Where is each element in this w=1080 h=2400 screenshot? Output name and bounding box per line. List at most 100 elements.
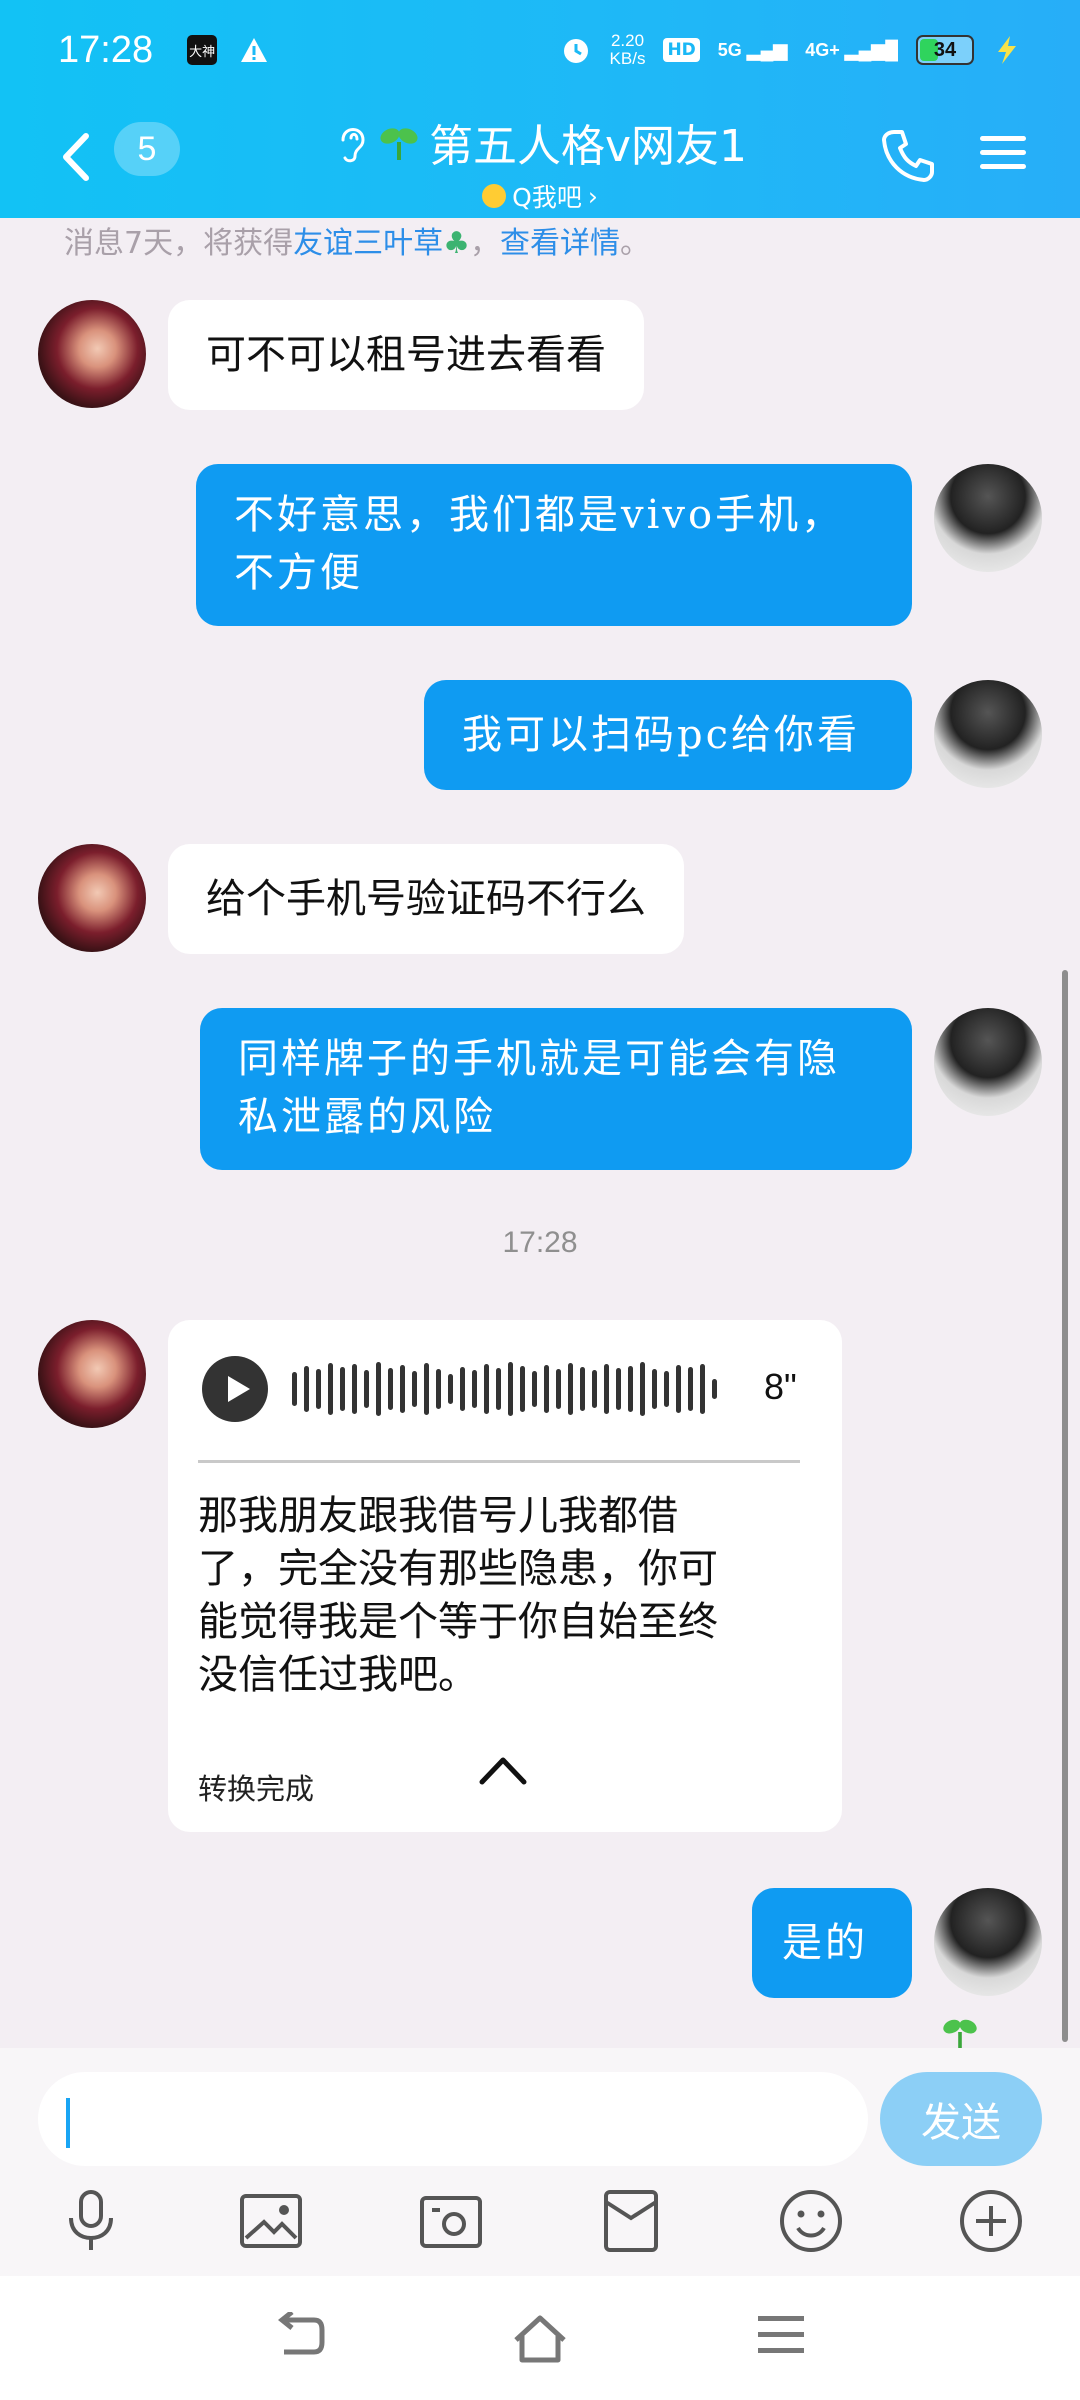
chevron-right-icon: › [587, 181, 598, 211]
system-navigation-bar [0, 2276, 1080, 2400]
waveform-bar [400, 1365, 405, 1413]
waveform-bar [496, 1368, 501, 1410]
status-bar: 17:28 大神 2.20 KB/s HD 5G ▂▄▆ 4G+ ▂▄▆█ 34 [0, 0, 1080, 100]
system-tip: 消息7天，将获得友谊三叶草♣，查看详情。 [64, 226, 650, 261]
transcription-status: 转换完成 [198, 1772, 315, 1806]
charging-icon [998, 36, 1016, 64]
outgoing-message[interactable]: 同样牌子的手机就是可能会有隐 私泄露的风险 [200, 1008, 912, 1170]
waveform-bar [580, 1367, 585, 1411]
text-cursor [66, 2098, 70, 2148]
waveform-bar [532, 1371, 537, 1407]
warning-icon [241, 38, 268, 62]
incoming-message[interactable]: 可不可以租号进去看看 [168, 300, 644, 410]
waveform-bar [628, 1366, 633, 1412]
sprout-icon [943, 2019, 977, 2049]
phone-call-icon[interactable] [880, 126, 938, 184]
my-avatar[interactable] [934, 1888, 1042, 1996]
sim1-signal-icon: 5G ▂▄▆ [717, 39, 788, 60]
back-nav-icon[interactable] [274, 2312, 328, 2362]
divider [198, 1460, 800, 1463]
waveform-bar [316, 1369, 321, 1409]
plus-icon[interactable] [956, 2186, 1026, 2256]
waveform-bar [436, 1369, 441, 1409]
voice-transcript: 那我朋友跟我借号儿我都借 了，完全没有那些隐患，你可 能觉得我是个等于你自始至终… [198, 1493, 718, 1698]
chat-nav-row: 5 第五人格v网友1 Q我吧 › [0, 100, 1080, 218]
emoji-icon[interactable] [776, 2186, 846, 2256]
waveform-bar [424, 1363, 429, 1415]
camera-icon[interactable] [416, 2186, 486, 2256]
view-details-link[interactable]: 查看详情 [500, 226, 620, 261]
menu-icon[interactable] [978, 128, 1028, 178]
message-input[interactable] [38, 2072, 868, 2166]
waveform-bar [376, 1362, 381, 1416]
waveform-bar [556, 1369, 561, 1409]
my-avatar[interactable] [934, 464, 1042, 572]
my-avatar[interactable] [934, 680, 1042, 788]
waveform-bar [712, 1379, 717, 1399]
waveform-bar [352, 1364, 357, 1414]
waveform-bar [676, 1365, 681, 1413]
waveform-bar [340, 1367, 345, 1411]
recents-nav-icon[interactable] [756, 2312, 806, 2358]
chat-header: 17:28 大神 2.20 KB/s HD 5G ▂▄▆ 4G+ ▂▄▆█ 34… [0, 0, 1080, 218]
chat-title: 第五人格v网友1 [428, 121, 748, 172]
outgoing-message[interactable]: 是的 [752, 1888, 912, 1998]
waveform-bar [640, 1362, 645, 1416]
ear-icon [341, 128, 365, 163]
input-area: 发送 [0, 2048, 1080, 2276]
waveform-bar [652, 1369, 657, 1409]
waveform-bar [568, 1363, 573, 1415]
my-avatar[interactable] [934, 1008, 1042, 1116]
home-nav-icon[interactable] [510, 2312, 570, 2366]
waveform-bar [292, 1372, 297, 1406]
microphone-icon[interactable] [56, 2186, 126, 2256]
message-timestamp: 17:28 [502, 1226, 578, 1259]
waveform-bar [508, 1362, 513, 1416]
outgoing-message[interactable]: 我可以扫码pc给你看 [424, 680, 912, 790]
waveform-bar [616, 1368, 621, 1410]
chevron-up-icon[interactable] [478, 1752, 528, 1788]
alarm-icon [563, 39, 588, 63]
voice-duration: 8" [764, 1366, 797, 1407]
play-icon[interactable] [202, 1356, 268, 1422]
waveform-bar [520, 1366, 525, 1412]
battery-icon: 34 [916, 35, 974, 65]
status-time: 17:28 [58, 28, 154, 71]
waveform-bar [448, 1374, 453, 1404]
waveform-bar [664, 1371, 669, 1407]
waveform-bar [364, 1370, 369, 1408]
waveform-bar [484, 1364, 489, 1414]
contact-avatar[interactable] [38, 1320, 146, 1428]
send-button[interactable]: 发送 [880, 2072, 1042, 2166]
chat-title-area[interactable]: 第五人格v网友1 Q我吧 › [262, 110, 818, 214]
network-speed: 2.20 KB/s [609, 31, 646, 68]
sprout-icon [380, 128, 418, 160]
waveform-bar [604, 1364, 609, 1414]
waveform-bar [544, 1365, 549, 1413]
waveform-bar [328, 1363, 333, 1415]
waveform-bar [688, 1367, 693, 1411]
chat-scrollbar[interactable] [1062, 970, 1068, 2042]
contact-avatar[interactable] [38, 300, 146, 408]
app-notification-icon: 大神 [187, 35, 218, 65]
clover-icon: ♣ [443, 226, 470, 261]
contact-avatar[interactable] [38, 844, 146, 952]
waveform-bar [304, 1366, 309, 1412]
waveform-bar [472, 1370, 477, 1408]
voice-message-card[interactable]: 8" 那我朋友跟我借号儿我都借 了，完全没有那些隐患，你可 能觉得我是个等于你自… [168, 1320, 842, 1832]
emoji-face-icon [482, 184, 507, 208]
sim2-signal-icon: 4G+ ▂▄▆█ [805, 39, 898, 60]
outgoing-message[interactable]: 不好意思，我们都是vivo手机， 不方便 [196, 464, 912, 626]
incoming-message[interactable]: 给个手机号验证码不行么 [168, 844, 684, 954]
red-packet-icon[interactable] [596, 2186, 666, 2256]
waveform-bar [388, 1368, 393, 1410]
chat-subtitle[interactable]: Q我吧 › [262, 178, 818, 214]
hd-voice-icon: HD [663, 38, 700, 62]
unread-count-badge[interactable]: 5 [114, 122, 180, 176]
image-icon[interactable] [236, 2186, 306, 2256]
voice-waveform [292, 1362, 717, 1416]
waveform-bar [412, 1371, 417, 1407]
waveform-bar [592, 1370, 597, 1408]
friendship-clover-link[interactable]: 友谊三叶草 [293, 226, 443, 261]
back-icon[interactable] [56, 130, 96, 184]
